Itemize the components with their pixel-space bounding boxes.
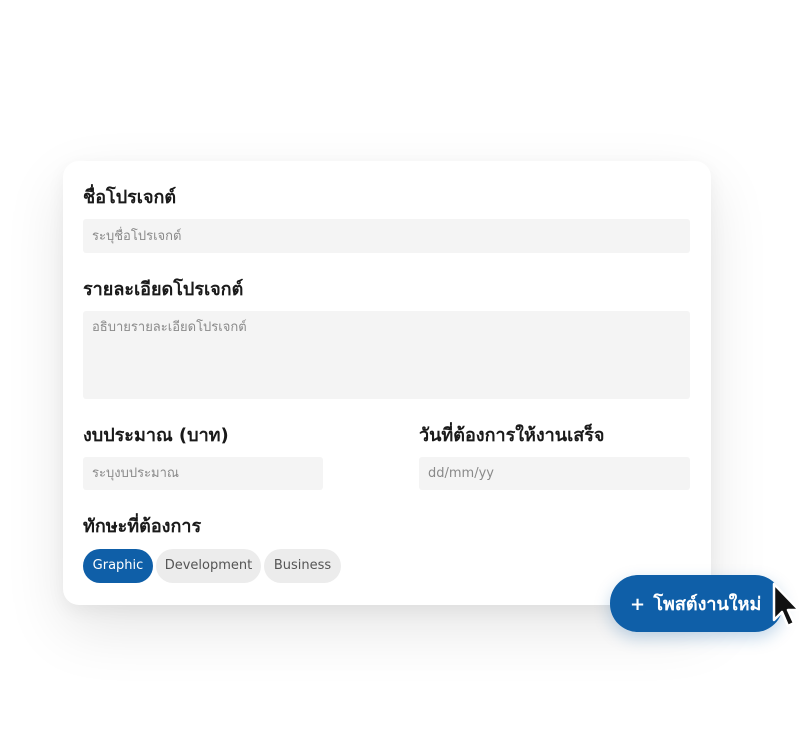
deadline-label: วันที่ต้องการให้งานเสร็จ xyxy=(419,425,605,446)
deadline-input[interactable] xyxy=(419,457,690,490)
post-new-job-button[interactable]: + โพสต์งานใหม่ xyxy=(610,575,783,632)
post-new-job-label: โพสต์งานใหม่ xyxy=(653,594,762,615)
budget-label: งบประมาณ (บาท) xyxy=(83,425,229,446)
skill-chip-development[interactable]: Development xyxy=(156,549,261,583)
mouse-pointer-icon xyxy=(772,582,801,628)
project-name-input[interactable] xyxy=(83,219,690,253)
skills-label: ทักษะที่ต้องการ xyxy=(83,516,202,537)
project-detail-label: รายละเอียดโปรเจกต์ xyxy=(83,279,244,300)
skill-chip-graphic[interactable]: Graphic xyxy=(83,549,153,583)
plus-sign: + xyxy=(630,594,646,615)
project-detail-textarea[interactable] xyxy=(83,311,690,399)
stage: ชื่อโปรเจกต์ รายละเอียดโปรเจกต์ งบประมาณ… xyxy=(0,0,810,747)
skill-chip-business[interactable]: Business xyxy=(264,549,341,583)
budget-input[interactable] xyxy=(83,457,323,490)
project-name-label: ชื่อโปรเจกต์ xyxy=(83,187,177,208)
